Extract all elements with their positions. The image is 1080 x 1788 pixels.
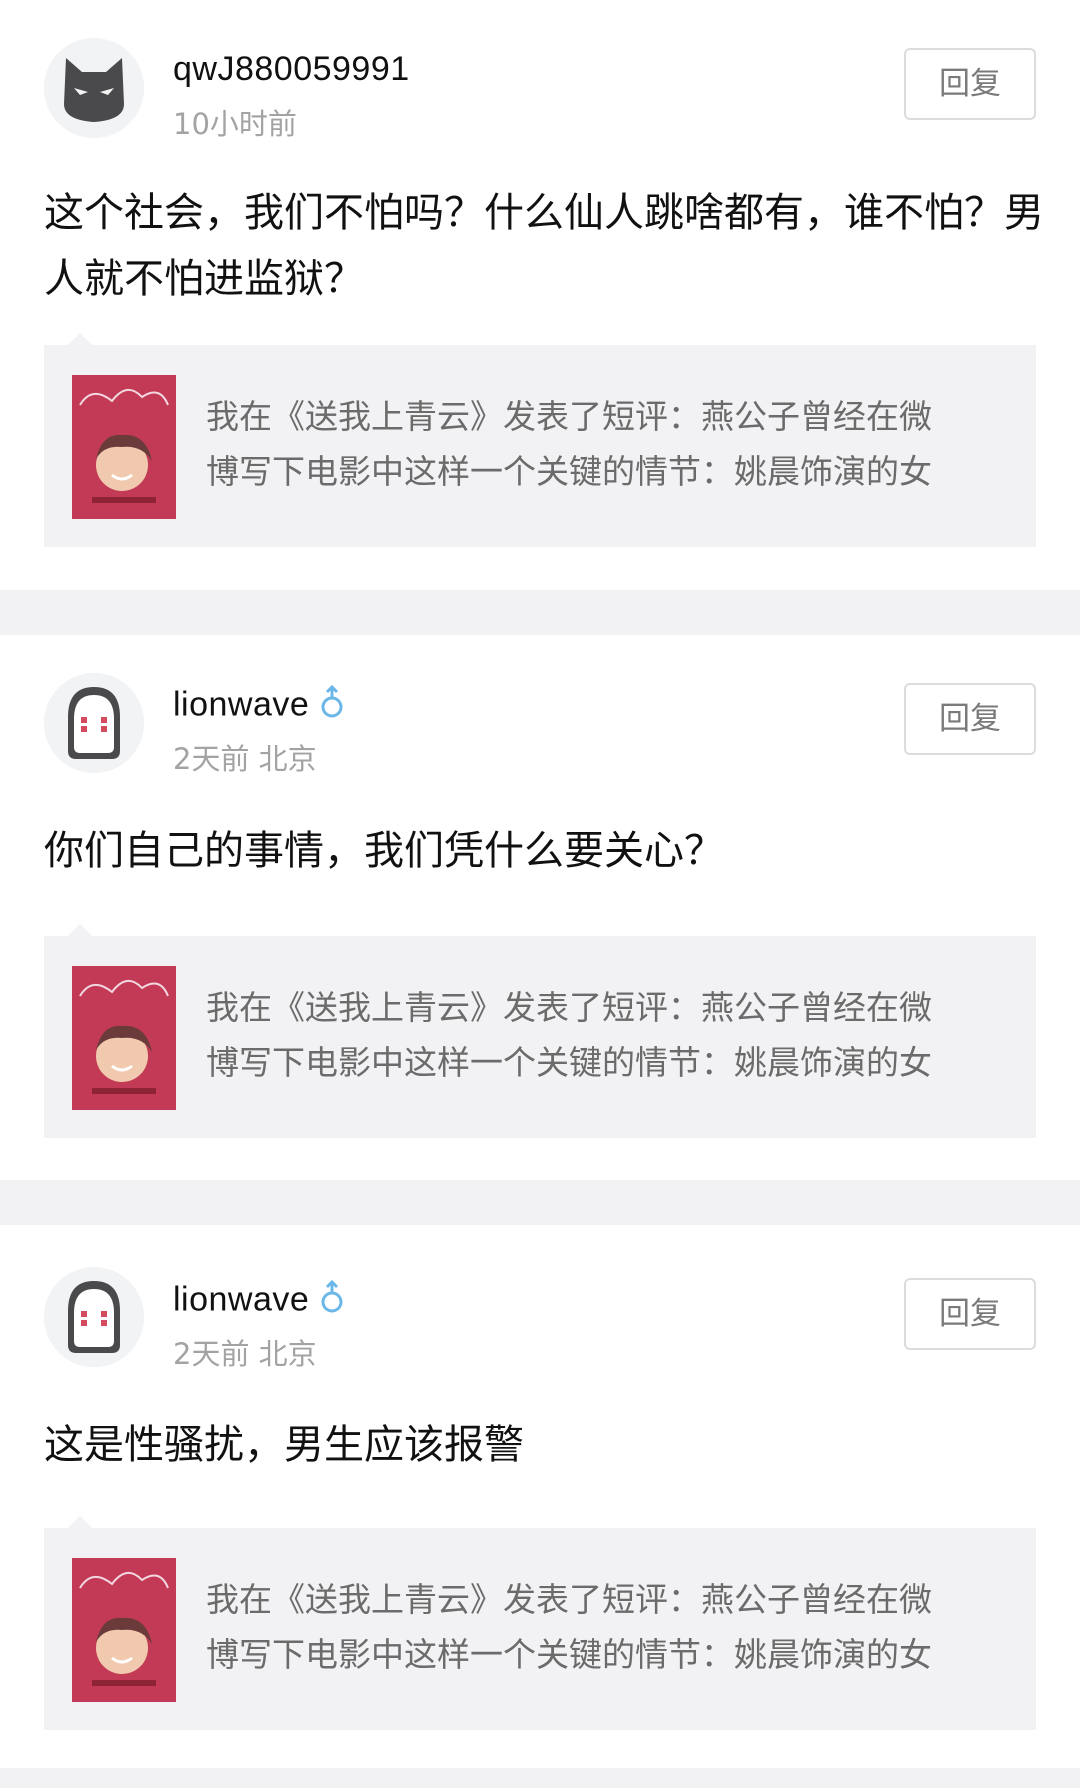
avatar[interactable] bbox=[44, 673, 144, 773]
comment-time-location: 2天前 北京 bbox=[173, 742, 317, 776]
avatar[interactable] bbox=[44, 1267, 144, 1367]
comment-text: 这个社会，我们不怕吗？什么仙人跳啥都有，谁不怕？男人就不怕进监狱？ bbox=[44, 190, 1044, 302]
referenced-review-text: 我在《送我上青云》发表了短评：燕公子曾经在微 博写下电影中这样一个关键的情节：姚… bbox=[206, 980, 1016, 1090]
card-notch bbox=[68, 333, 92, 345]
comment-text: 你们自己的事情，我们凭什么要关心？ bbox=[44, 828, 724, 874]
referenced-review-text: 我在《送我上青云》发表了短评：燕公子曾经在微 博写下电影中这样一个关键的情节：姚… bbox=[206, 1572, 1016, 1682]
movie-poster-image bbox=[72, 375, 176, 519]
referenced-review-text: 我在《送我上青云》发表了短评：燕公子曾经在微 博写下电影中这样一个关键的情节：姚… bbox=[206, 389, 1016, 499]
ref-line: 博写下电影中这样一个关键的情节：姚晨饰演的女 bbox=[206, 1635, 932, 1674]
comment-time: 10小时前 bbox=[173, 107, 297, 141]
reply-button[interactable]: 回复 bbox=[904, 683, 1036, 755]
card-notch bbox=[68, 1516, 92, 1528]
male-icon bbox=[321, 1279, 343, 1323]
male-icon bbox=[321, 684, 343, 728]
black-panther-mask-icon bbox=[44, 38, 144, 138]
ref-line: 我在《送我上青云》发表了短评：燕公子曾经在微 bbox=[206, 1580, 932, 1619]
ref-line: 博写下电影中这样一个关键的情节：姚晨饰演的女 bbox=[206, 452, 932, 491]
username-text: lionwave bbox=[173, 1280, 310, 1319]
username-text: lionwave bbox=[173, 685, 310, 724]
username[interactable]: lionwave bbox=[173, 684, 343, 728]
comment-item: lionwave 2天前 北京 回复 这是性骚扰，男生应该报警 我在《送我上青云 bbox=[0, 1225, 1080, 1768]
avatar[interactable] bbox=[44, 38, 144, 138]
movie-poster-image bbox=[72, 966, 176, 1110]
no-face-mask-icon bbox=[44, 1267, 144, 1367]
comment-feed: qwJ880059991 10小时前 回复 这个社会，我们不怕吗？什么仙人跳啥都… bbox=[0, 0, 1080, 1788]
section-divider bbox=[0, 590, 1080, 635]
referenced-review-card[interactable]: 我在《送我上青云》发表了短评：燕公子曾经在微 博写下电影中这样一个关键的情节：姚… bbox=[44, 333, 1036, 547]
ref-line: 博写下电影中这样一个关键的情节：姚晨饰演的女 bbox=[206, 1043, 932, 1082]
reply-button[interactable]: 回复 bbox=[904, 1278, 1036, 1350]
ref-line: 我在《送我上青云》发表了短评：燕公子曾经在微 bbox=[206, 397, 932, 436]
referenced-review-card[interactable]: 我在《送我上青云》发表了短评：燕公子曾经在微 博写下电影中这样一个关键的情节：姚… bbox=[44, 1516, 1036, 1730]
comment-time-location: 2天前 北京 bbox=[173, 1337, 317, 1371]
section-divider bbox=[0, 1768, 1080, 1788]
no-face-mask-icon bbox=[44, 673, 144, 773]
comment-text: 这是性骚扰，男生应该报警 bbox=[44, 1422, 524, 1468]
card-notch bbox=[68, 924, 92, 936]
section-divider bbox=[0, 1180, 1080, 1225]
comment-item: lionwave 2天前 北京 回复 你们自己的事情，我们凭什么要关心？ 我在《 bbox=[0, 635, 1080, 1180]
username[interactable]: lionwave bbox=[173, 1279, 343, 1323]
ref-line: 我在《送我上青云》发表了短评：燕公子曾经在微 bbox=[206, 988, 932, 1027]
comment-item: qwJ880059991 10小时前 回复 这个社会，我们不怕吗？什么仙人跳啥都… bbox=[0, 0, 1080, 590]
username[interactable]: qwJ880059991 bbox=[173, 50, 410, 89]
reply-button[interactable]: 回复 bbox=[904, 48, 1036, 120]
movie-poster-image bbox=[72, 1558, 176, 1702]
referenced-review-card[interactable]: 我在《送我上青云》发表了短评：燕公子曾经在微 博写下电影中这样一个关键的情节：姚… bbox=[44, 924, 1036, 1138]
